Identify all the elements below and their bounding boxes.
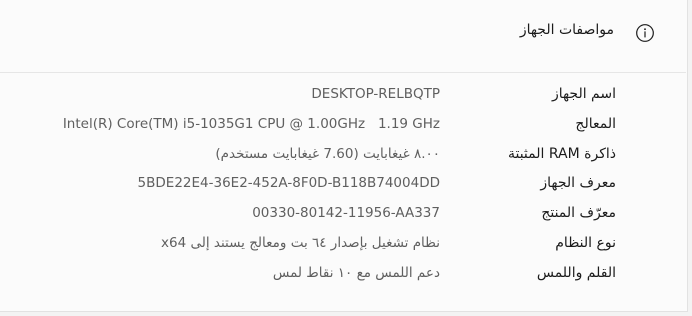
- spec-value: Intel(R) Core(TM) i5-1035G1 CPU @ 1.00GH…: [62, 115, 440, 132]
- spec-row-device-name: اسم الجهاز DESKTOP-RELBQTP: [0, 84, 686, 114]
- spec-label: معرف الجهاز: [540, 175, 616, 192]
- spec-label: نوع النظام: [555, 234, 616, 251]
- spec-label: معرّف المنتج: [541, 205, 616, 222]
- spec-row-product-id: معرّف المنتج 00330-80142-11956-AA337: [0, 203, 686, 233]
- spec-row-pen-and-touch: القلم واللمس دعم اللمس مع ١٠ نقاط لمس: [0, 263, 686, 293]
- device-specifications-card: مواصفات الجهاز اسم الجهاز DESKTOP-RELBQT…: [0, 0, 688, 312]
- spec-row-system-type: نوع النظام نظام تشغيل بإصدار ٦٤ بت ومعال…: [0, 233, 686, 263]
- spec-value: ٨.٠٠ غيغابايت (7.60 غيغابايت مستخدم): [215, 145, 440, 162]
- spec-row-device-id: معرف الجهاز 5BDE22E4-36E2-452A-8F0D-B118…: [0, 173, 686, 203]
- specs-list: اسم الجهاز DESKTOP-RELBQTP المعالج Intel…: [0, 84, 686, 293]
- info-icon: [636, 24, 654, 42]
- spec-row-installed-ram: ذاكرة RAM المثبتة ٨.٠٠ غيغابايت (7.60 غي…: [0, 144, 686, 174]
- spec-value: 00330-80142-11956-AA337: [252, 205, 440, 222]
- section-title: مواصفات الجهاز: [519, 22, 614, 38]
- spec-value: 5BDE22E4-36E2-452A-8F0D-B118B74004DD: [137, 175, 440, 192]
- spec-value: دعم اللمس مع ١٠ نقاط لمس: [272, 264, 440, 281]
- spec-value: DESKTOP-RELBQTP: [311, 86, 440, 102]
- device-specifications-header[interactable]: مواصفات الجهاز: [0, 0, 686, 73]
- spec-label: القلم واللمس: [536, 264, 616, 281]
- spec-label: المعالج: [575, 115, 616, 132]
- spec-label: ذاكرة RAM المثبتة: [507, 145, 616, 162]
- spec-value: نظام تشغيل بإصدار ٦٤ بت ومعالج يستند إلى…: [161, 234, 440, 251]
- spec-row-processor: المعالج Intel(R) Core(TM) i5-1035G1 CPU …: [0, 114, 686, 144]
- spec-label: اسم الجهاز: [551, 86, 616, 102]
